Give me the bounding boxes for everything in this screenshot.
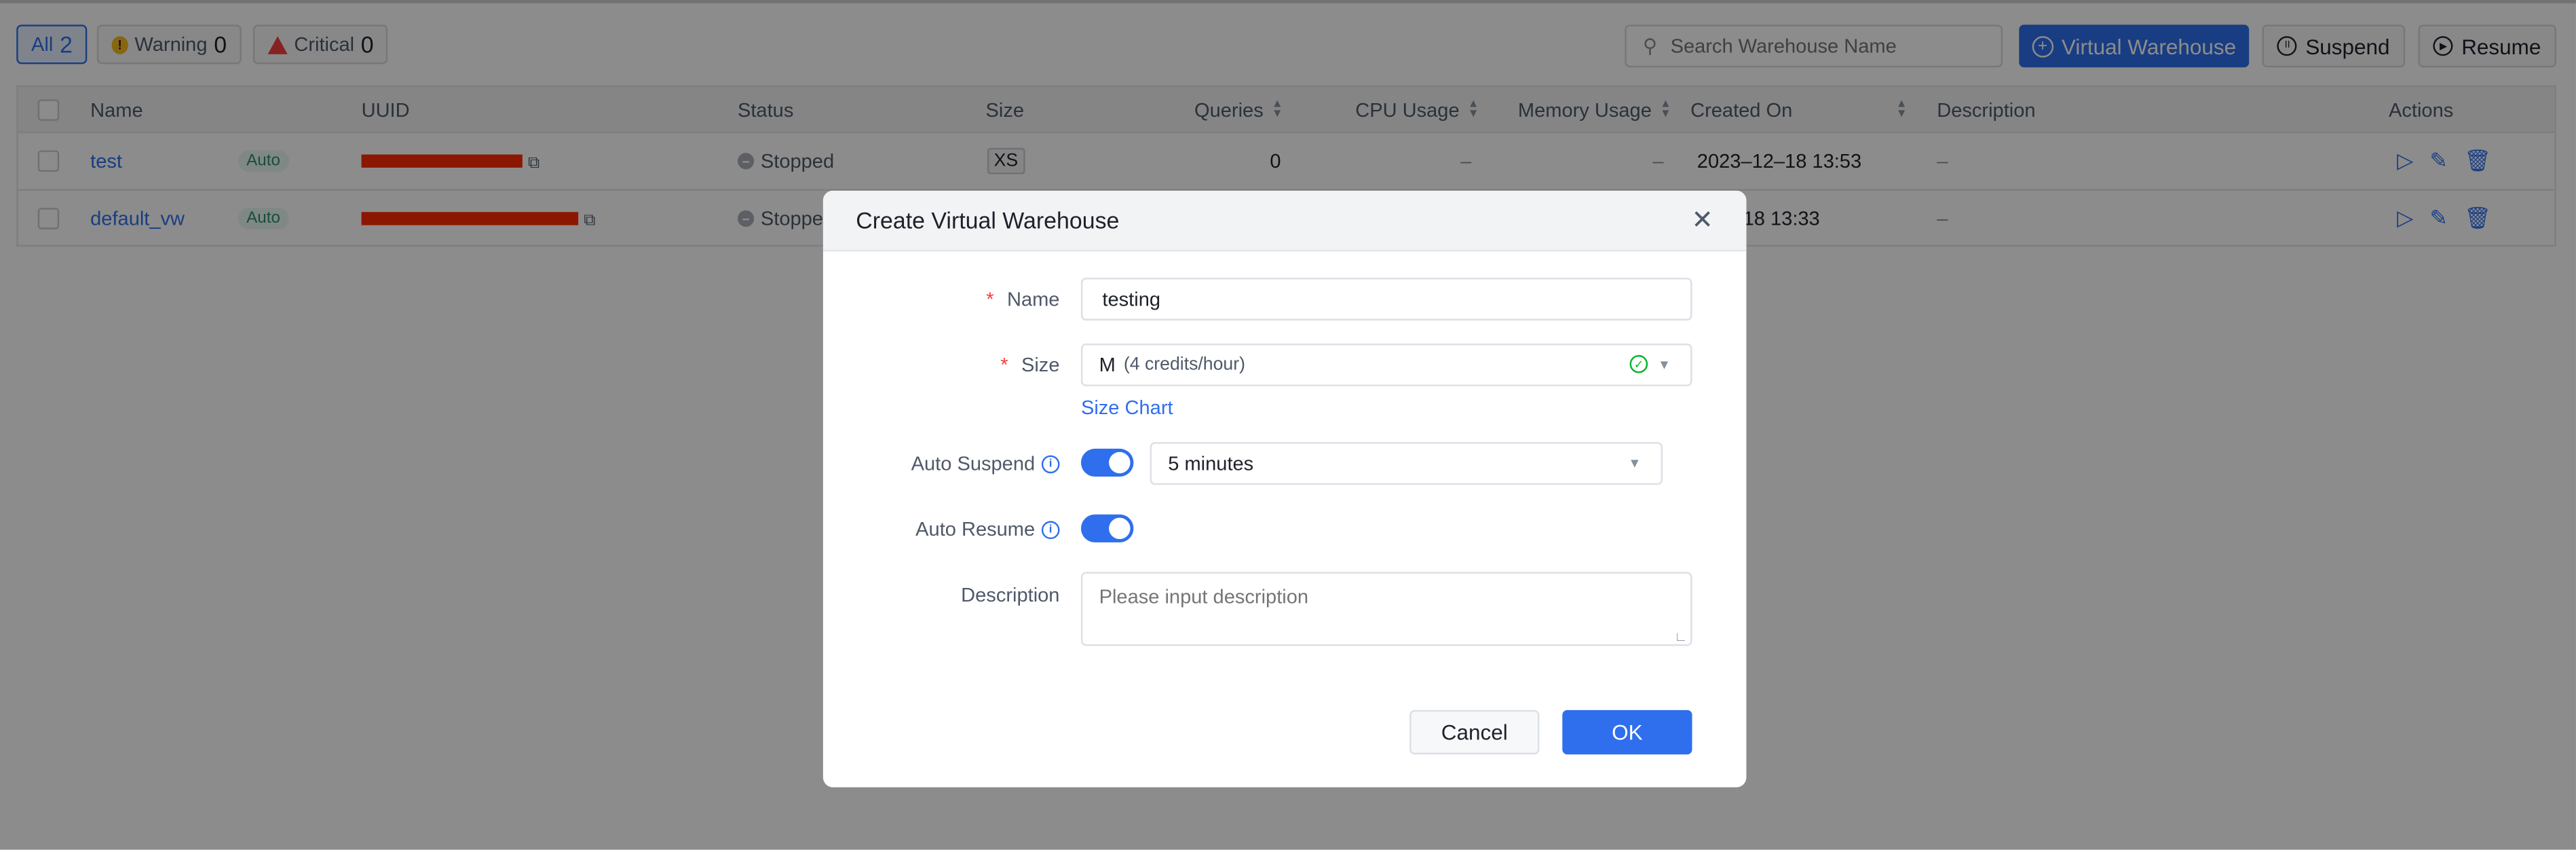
create-warehouse-dialog: Create Virtual Warehouse ✕ * Name * Size M… [822, 190, 1747, 788]
dialog-header: Create Virtual Warehouse ✕ [822, 190, 1747, 252]
page: All 2 ! Warning 0 Critical 0 ⚲ + Virtual… [0, 0, 2576, 850]
info-icon[interactable]: i [1041, 454, 1060, 473]
auto-suspend-select[interactable]: 5 minutes ▼ [1150, 442, 1663, 485]
description-field[interactable]: ∟ [1080, 572, 1692, 646]
chevron-down-icon: ▼ [1657, 357, 1671, 373]
label-text: Auto Suspend [911, 451, 1036, 475]
auto-resume-label: Auto Resume i [915, 517, 1060, 541]
auto-suspend-value: 5 minutes [1168, 451, 1254, 475]
description-textarea[interactable] [1099, 585, 1691, 635]
size-chart-link[interactable]: Size Chart [1081, 396, 1173, 419]
name-input[interactable] [1099, 286, 1691, 312]
chevron-down-icon: ▼ [1628, 456, 1642, 471]
auto-suspend-toggle[interactable] [1080, 448, 1134, 477]
cancel-button[interactable]: Cancel [1409, 709, 1540, 755]
name-field[interactable] [1080, 278, 1692, 321]
description-label: Description [961, 583, 1059, 606]
button-label: Cancel [1441, 720, 1508, 745]
label-text: Auto Resume [915, 517, 1036, 541]
info-icon[interactable]: i [1041, 520, 1060, 538]
ok-button[interactable]: OK [1562, 709, 1692, 755]
required-asterisk: * [986, 287, 994, 311]
size-value: M [1099, 353, 1116, 377]
size-detail: (4 credits/hour) [1123, 354, 1246, 375]
valid-check-icon: ✓ [1629, 354, 1648, 373]
dialog-title: Create Virtual Warehouse [856, 207, 1120, 234]
size-label: * Size [1000, 353, 1059, 376]
button-label: OK [1612, 720, 1643, 745]
label-text: Description [961, 583, 1060, 607]
label-text: Name [1006, 287, 1060, 311]
auto-suspend-label: Auto Suspend i [911, 452, 1060, 475]
label-text: Size [1021, 353, 1060, 377]
resize-handle-icon[interactable]: ∟ [1674, 629, 1687, 644]
close-icon[interactable]: ✕ [1692, 204, 1713, 236]
auto-resume-toggle[interactable] [1080, 514, 1134, 542]
size-select[interactable]: M (4 credits/hour) ✓ ▼ [1080, 343, 1692, 386]
name-label: * Name [986, 288, 1059, 311]
required-asterisk: * [1000, 353, 1008, 377]
